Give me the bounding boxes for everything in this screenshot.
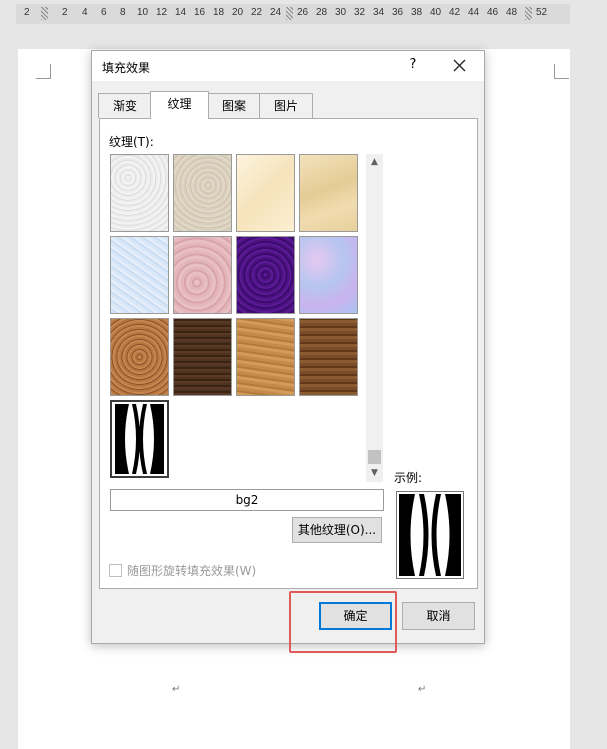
rotate-with-shape-option: 随图形旋转填充效果(W) bbox=[109, 562, 256, 579]
paragraph-mark: ↵ bbox=[172, 684, 181, 695]
ruler-tick: 34 bbox=[373, 7, 385, 18]
ruler-tick: 24 bbox=[270, 7, 282, 18]
tab-gradient[interactable]: 渐变 bbox=[98, 93, 152, 118]
close-icon bbox=[453, 59, 465, 72]
ruler-tick: 36 bbox=[392, 7, 404, 18]
ruler-tick: 16 bbox=[194, 7, 206, 18]
texture-swatch[interactable] bbox=[110, 154, 169, 232]
ruler-tick: 38 bbox=[411, 7, 423, 18]
sample-preview bbox=[396, 491, 464, 579]
ruler-tick: 42 bbox=[449, 7, 461, 18]
texture-label: 纹理(T): bbox=[109, 135, 154, 149]
ruler-column-marker[interactable] bbox=[286, 7, 293, 20]
other-texture-button[interactable]: 其他纹理(O)... bbox=[292, 517, 382, 543]
texture-name-field: bg2 bbox=[110, 489, 384, 511]
ruler-tick: 52 bbox=[536, 7, 548, 18]
texture-scrollbar[interactable]: ▲ ▼ bbox=[366, 154, 383, 482]
scroll-down-arrow-icon[interactable]: ▼ bbox=[366, 465, 383, 482]
texture-swatch[interactable] bbox=[173, 318, 232, 396]
crop-mark-top-left bbox=[36, 64, 51, 79]
ruler-tick: 30 bbox=[335, 7, 347, 18]
fill-effects-dialog: 填充效果 ? 渐变 纹理 图案 图片 纹理(T): ▲ ▼ bg2 示例: 其他… bbox=[91, 50, 485, 644]
texture-swatch[interactable] bbox=[173, 154, 232, 232]
paragraph-mark: ↵ bbox=[418, 684, 427, 695]
dialog-title: 填充效果 bbox=[102, 61, 151, 75]
cancel-button[interactable]: 取消 bbox=[402, 602, 475, 630]
ruler-tick: 28 bbox=[316, 7, 328, 18]
ruler-tick: 8 bbox=[120, 7, 126, 18]
dialog-titlebar[interactable]: 填充效果 ? bbox=[92, 51, 484, 81]
texture-swatch-bg2[interactable] bbox=[110, 400, 169, 478]
ruler-tick: 2 bbox=[24, 7, 30, 18]
texture-swatch[interactable] bbox=[173, 236, 232, 314]
ruler-tick: 26 bbox=[297, 7, 309, 18]
ruler-tick: 46 bbox=[487, 7, 499, 18]
ruler-tick: 12 bbox=[156, 7, 168, 18]
sample-pattern-graphic bbox=[399, 494, 461, 576]
ok-button-highlight bbox=[289, 591, 397, 653]
ruler-tick: 10 bbox=[137, 7, 149, 18]
texture-grid bbox=[110, 154, 362, 482]
texture-swatch[interactable] bbox=[236, 236, 295, 314]
scroll-up-arrow-icon[interactable]: ▲ bbox=[366, 154, 383, 171]
tab-texture[interactable]: 纹理 bbox=[150, 91, 209, 119]
close-button[interactable] bbox=[446, 55, 472, 77]
ruler-tick: 44 bbox=[468, 7, 480, 18]
rotate-with-shape-checkbox bbox=[109, 564, 122, 577]
texture-swatch[interactable] bbox=[110, 236, 169, 314]
texture-swatch[interactable] bbox=[110, 318, 169, 396]
ruler-tick: 18 bbox=[213, 7, 225, 18]
texture-swatch[interactable] bbox=[299, 154, 358, 232]
ruler-tick: 6 bbox=[101, 7, 107, 18]
ruler-right-indent-marker[interactable] bbox=[525, 7, 532, 20]
ruler-tick: 32 bbox=[354, 7, 366, 18]
texture-swatch[interactable] bbox=[236, 154, 295, 232]
ruler-tick: 22 bbox=[251, 7, 263, 18]
ruler-tick: 14 bbox=[175, 7, 187, 18]
sample-label: 示例: bbox=[394, 471, 423, 485]
rotate-with-shape-label: 随图形旋转填充效果(W) bbox=[127, 564, 257, 578]
help-button[interactable]: ? bbox=[406, 57, 420, 75]
bg2-pattern-graphic bbox=[115, 404, 164, 474]
tab-pattern[interactable]: 图案 bbox=[207, 93, 261, 118]
texture-swatch[interactable] bbox=[299, 236, 358, 314]
horizontal-ruler: 2 2 4 6 8 10 12 14 16 18 20 22 24 26 28 … bbox=[16, 4, 570, 24]
ruler-tick: 40 bbox=[430, 7, 442, 18]
texture-swatch[interactable] bbox=[236, 318, 295, 396]
ruler-tick: 2 bbox=[62, 7, 68, 18]
tab-picture[interactable]: 图片 bbox=[259, 93, 313, 118]
ruler-indent-marker[interactable] bbox=[41, 7, 48, 20]
crop-mark-top-right bbox=[554, 64, 569, 79]
texture-panel: 纹理(T): ▲ ▼ bg2 示例: 其他纹理(O)... 随图形旋转填充效果(… bbox=[99, 118, 478, 589]
ruler-tick: 4 bbox=[82, 7, 88, 18]
ruler-tick: 20 bbox=[232, 7, 244, 18]
ruler-tick: 48 bbox=[506, 7, 518, 18]
scroll-thumb[interactable] bbox=[368, 450, 381, 464]
texture-swatch[interactable] bbox=[299, 318, 358, 396]
